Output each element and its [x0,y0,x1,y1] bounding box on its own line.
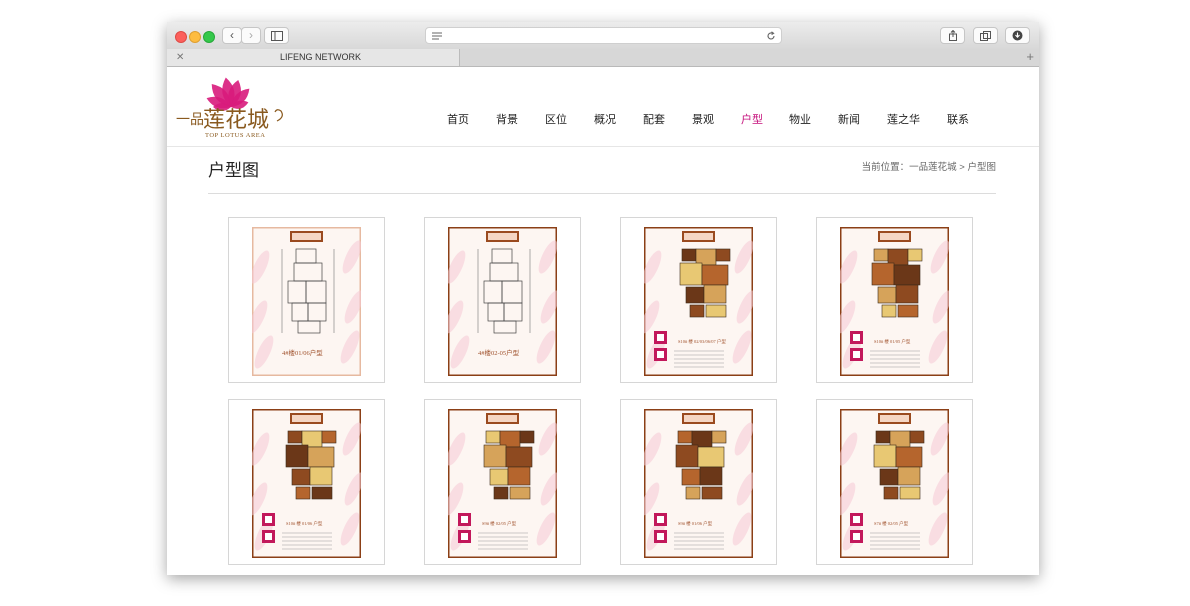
floorplan-caption: 4#楼02-05户型 [478,348,520,357]
browser-window: ‹ › ✕ LIFENG NETWORK + 一品 莲花城 TOP LOTUS … [167,22,1039,575]
nav-item[interactable]: 物业 [789,111,811,127]
new-tab-icon[interactable]: + [1026,49,1034,65]
floorplan-caption: 4#楼01/06户型 [282,348,323,357]
website: 一品 莲花城 TOP LOTUS AREA 首页 背景 区位 概况 配套 景观 户型 物业 新闻… [167,67,1039,575]
tabs-overview-button[interactable] [973,27,998,44]
breadcrumb-prefix: 当前位置： [861,162,910,173]
title-divider [208,193,996,194]
downloads-button[interactable] [1005,27,1030,44]
reader-icon [432,32,442,40]
floorplan-card[interactable]: 4#楼02-05户型 [424,217,581,383]
floorplan-image: 4#楼01/06户型 [252,227,361,376]
site-header: 一品 莲花城 TOP LOTUS AREA 首页 背景 区位 概况 配套 景观 户型 物业 新闻… [167,67,1039,147]
floorplan-caption: S10# 楼 02/03/06/07 户型 [678,338,726,345]
floorplan-image: S9# 楼 01/06 户型 [644,409,753,558]
floorplan-caption: S10# 楼 01/05 户型 [874,338,911,345]
nav-item[interactable]: 莲之华 [887,111,920,127]
breadcrumb: 当前位置：一品莲花城 > 户型图 [862,159,996,173]
download-icon [1012,30,1023,41]
lotus-logo-icon: 一品 莲花城 TOP LOTUS AREA [176,77,283,139]
floorplan-card[interactable]: S10# 楼 01/05 户型 [816,217,973,383]
nav-item[interactable]: 景观 [692,111,714,127]
svg-text:TOP LOTUS AREA: TOP LOTUS AREA [205,132,265,139]
floorplan-card[interactable]: S10# 楼 02/03/06/07 户型 [620,217,777,383]
svg-text:莲花城: 莲花城 [203,107,269,132]
floorplan-caption: S9# 楼 01/06 户型 [678,520,713,527]
sidebar-toggle-button[interactable] [264,27,289,44]
browser-tab[interactable]: ✕ LIFENG NETWORK [167,49,460,66]
browser-toolbar: ‹ › [167,22,1039,50]
floorplan-image: S10# 楼 02/03/06/07 户型 [644,227,753,376]
floorplan-image: S10# 楼 01/05 户型 [840,227,949,376]
nav-item[interactable]: 联系 [947,111,969,127]
nav-item[interactable]: 背景 [496,111,518,127]
sidebar-icon [270,31,283,41]
back-button[interactable]: ‹ [222,27,242,44]
main-content: 户型图 当前位置：一品莲花城 > 户型图 4#楼01/06户型 4#楼02-05户… [167,147,1039,575]
floorplan-card[interactable]: S10# 楼 01/06 户型 [228,399,385,565]
page-title: 户型图 [208,161,259,180]
svg-text:一品: 一品 [176,113,204,128]
tab-bar: ✕ LIFENG NETWORK + [167,49,1039,67]
breadcrumb-current: 户型图 [967,162,996,173]
nav-item[interactable]: 首页 [447,111,469,127]
nav-item[interactable]: 概况 [594,111,616,127]
share-button[interactable] [940,27,965,44]
nav-item[interactable]: 新闻 [838,111,860,127]
chevron-right-icon: › [249,28,253,42]
zoom-window-button[interactable] [203,31,215,43]
floorplan-caption: S9# 楼 02/05 户型 [482,520,517,527]
address-bar[interactable] [425,27,782,44]
tabs-icon [980,31,991,41]
site-logo[interactable]: 一品 莲花城 TOP LOTUS AREA [173,73,293,139]
floorplan-caption: S7# 楼 02/05 户型 [874,520,909,527]
nav-item[interactable]: 区位 [545,111,567,127]
close-window-button[interactable] [175,31,187,43]
floorplan-card[interactable]: S9# 楼 02/05 户型 [424,399,581,565]
floorplan-image: 4#楼02-05户型 [448,227,557,376]
minimize-window-button[interactable] [189,31,201,43]
breadcrumb-separator: > [959,162,965,173]
floorplan-card[interactable]: S9# 楼 01/06 户型 [620,399,777,565]
chevron-left-icon: ‹ [230,28,234,42]
tab-close-icon[interactable]: ✕ [176,49,184,66]
reload-icon[interactable] [766,31,776,41]
floorplan-image: S7# 楼 02/05 户型 [840,409,949,558]
floorplan-image: S9# 楼 02/05 户型 [448,409,557,558]
tab-title: LIFENG NETWORK [280,52,362,62]
floorplan-card[interactable]: S7# 楼 02/05 户型 [816,399,973,565]
share-icon [948,29,957,41]
forward-button[interactable]: › [241,27,261,44]
nav-item[interactable]: 户型 [741,111,763,127]
nav-item[interactable]: 配套 [643,111,665,127]
floorplan-card[interactable]: 4#楼01/06户型 [228,217,385,383]
floorplan-image: S10# 楼 01/06 户型 [252,409,361,558]
breadcrumb-home-link[interactable]: 一品莲花城 [909,162,957,173]
floorplan-caption: S10# 楼 01/06 户型 [286,520,323,527]
